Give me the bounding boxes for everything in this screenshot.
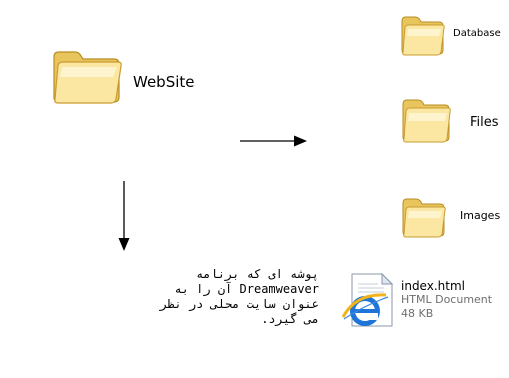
description-line-1: پوشه ای که برنامه (196, 267, 319, 281)
website-folder-label: WebSite (133, 73, 195, 91)
file-size: 48 KB (401, 307, 434, 320)
website-folder-icon[interactable] (50, 45, 124, 107)
images-folder-label: Images (460, 209, 501, 222)
description-text: پوشه ای که برنامه Dreamweaver آن را به ع… (160, 267, 319, 327)
description-line-2: Dreamweaver آن را به (174, 282, 319, 296)
file-name[interactable]: index.html (401, 279, 465, 293)
description-line-4: می گیرد. (261, 312, 319, 326)
down-arrow (117, 181, 131, 257)
internet-explorer-icon[interactable] (338, 270, 398, 336)
files-folder-icon[interactable] (400, 95, 452, 145)
description-line-3: عنوان سایت محلی در نظر (160, 297, 319, 311)
right-arrow (240, 133, 308, 152)
database-folder-icon[interactable] (399, 13, 445, 57)
images-folder-icon[interactable] (400, 195, 446, 239)
database-folder-label: Database (453, 28, 501, 39)
file-type: HTML Document (401, 293, 493, 306)
files-folder-label: Files (470, 115, 499, 130)
